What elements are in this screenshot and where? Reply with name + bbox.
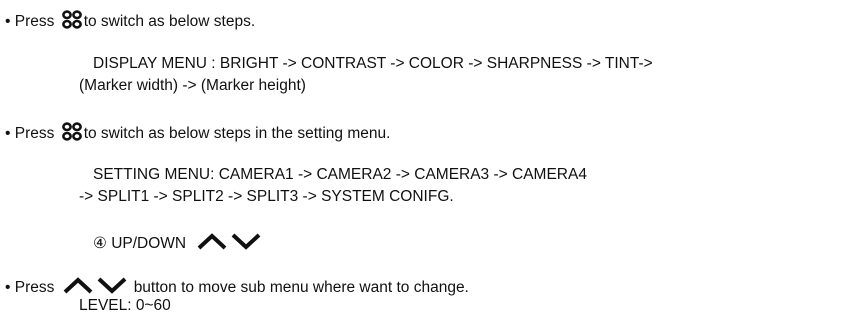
instruction-text: button to move sub menu where want to ch… — [133, 279, 469, 296]
menu-rings-icon — [61, 122, 82, 141]
level-range: LEVEL: 0~60 — [79, 297, 171, 314]
press-text: Press — [14, 125, 55, 142]
instruction-setting-switch: • Press to switch as below steps in the … — [5, 122, 390, 143]
bullet: • — [5, 125, 11, 142]
display-menu-steps-cont: (Marker width) -> (Marker height) — [79, 77, 306, 94]
setting-menu-steps-cont: -> SPLIT1 -> SPLIT2 -> SPLIT3 -> SYSTEM … — [79, 188, 454, 205]
chevron-up-icon — [63, 277, 93, 294]
display-menu-steps: DISPLAY MENU : BRIGHT -> CONTRAST -> COL… — [93, 55, 653, 72]
press-text: Press — [14, 13, 55, 30]
instruction-text: to switch as below steps in the setting … — [83, 125, 391, 142]
instruction-menu-switch: • Press to switch as below steps. — [5, 10, 255, 31]
updown-label: ④ UP/DOWN — [93, 235, 187, 252]
chevron-up-icon — [198, 233, 227, 250]
instruction-submenu-move: • Press button to move sub menu where wa… — [5, 276, 469, 297]
bullet: • — [5, 279, 11, 296]
bullet: • — [5, 13, 11, 30]
menu-rings-icon — [61, 10, 82, 29]
setting-menu-steps: SETTING MENU: CAMERA1 -> CAMERA2 -> CAME… — [93, 166, 587, 183]
chevron-down-icon — [97, 277, 127, 294]
instruction-text: to switch as below steps. — [83, 13, 256, 30]
updown-heading: ④ UP/DOWN — [93, 232, 262, 253]
press-text: Press — [14, 279, 55, 296]
chevron-down-icon — [232, 233, 261, 250]
